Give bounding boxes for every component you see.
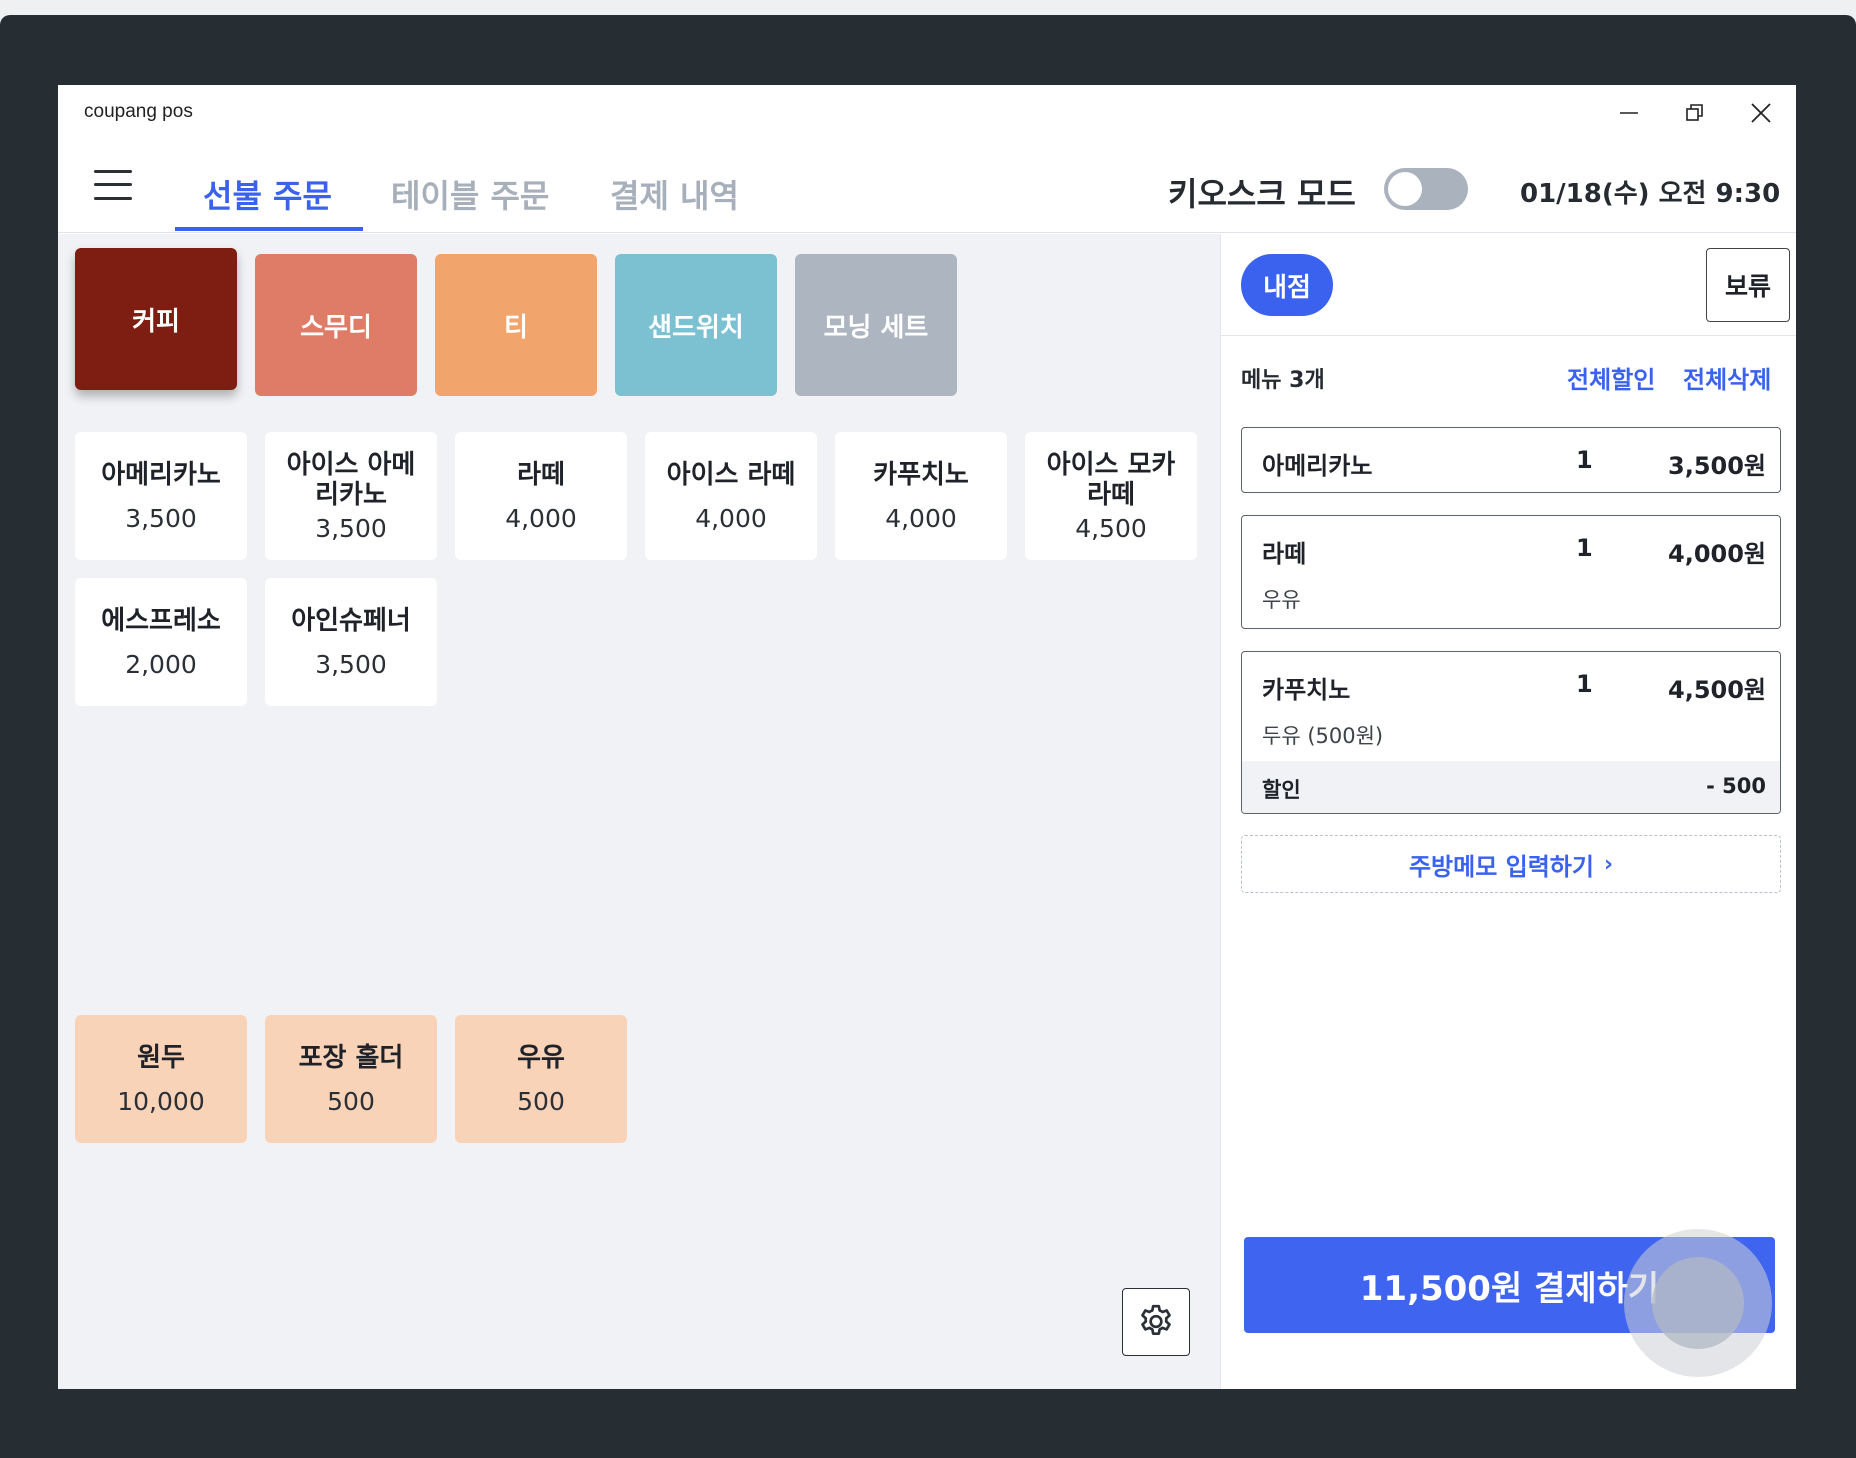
menu-item[interactable]: 카푸치노 4,000 [835, 432, 1007, 560]
menu-item-price: 4,500 [1075, 513, 1147, 543]
menu-item[interactable]: 아인슈페너 3,500 [265, 578, 437, 706]
menu-item-price: 4,000 [695, 503, 767, 533]
close-icon [1751, 103, 1771, 123]
menu-item-name: 라떼 [517, 459, 565, 490]
window-title: coupang pos [84, 101, 193, 122]
option-item-name: 우유 [517, 1042, 565, 1073]
settings-button[interactable] [1122, 1288, 1190, 1356]
order-panel: 내점 보류 메뉴 3개 전체할인 전체삭제 아메리카노 1 3,500원 라떼 … [1220, 234, 1796, 1389]
order-item-discount-row: 할인 - 500 [1242, 761, 1780, 813]
menu-item-price: 3,500 [315, 513, 387, 543]
title-bar: coupang pos [58, 85, 1796, 141]
restore-button[interactable] [1668, 93, 1722, 133]
menu-item-name: 아이스 모카 라떼 [1046, 449, 1176, 510]
order-item-qty: 1 [1576, 670, 1593, 698]
option-item-price: 500 [327, 1086, 375, 1116]
order-item-price: 4,500원 [1668, 676, 1766, 704]
tab-payment-history[interactable]: 결제 내역 [610, 171, 739, 217]
dine-in-button[interactable]: 내점 [1241, 254, 1333, 316]
tab-prepaid-order[interactable]: 선불 주문 [203, 171, 332, 217]
gear-icon [1141, 1304, 1171, 1335]
order-line[interactable]: 라떼 1 4,000원 우유 [1241, 515, 1781, 629]
menu-item-price: 3,500 [125, 503, 197, 533]
order-item-name: 카푸치노 [1262, 676, 1351, 704]
pos-window: coupang pos 선불 주문 테이블 주문 결제 내역 키오스크 모드 0… [58, 85, 1796, 1389]
kitchen-memo-label: 주방메모 입력하기 [1408, 852, 1594, 881]
option-item-price: 10,000 [117, 1086, 205, 1116]
order-item-option: 우유 [1262, 588, 1301, 612]
order-item-price: 3,500원 [1668, 452, 1766, 480]
menu-panel: 커피 스무디 티 샌드위치 모닝 세트 아메리카노 3,500 아이스 아메리카… [58, 234, 1220, 1389]
option-item-name: 포장 홀더 [298, 1042, 404, 1073]
order-item-name: 라떼 [1262, 540, 1307, 568]
menu-item[interactable]: 에스프레소 2,000 [75, 578, 247, 706]
chevron-right-icon: › [1603, 851, 1614, 877]
menu-item-price: 3,500 [315, 649, 387, 679]
divider [1221, 335, 1796, 336]
kiosk-mode-label: 키오스크 모드 [1168, 175, 1356, 213]
tab-table-order[interactable]: 테이블 주문 [391, 171, 549, 217]
order-line[interactable]: 아메리카노 1 3,500원 [1241, 427, 1781, 493]
order-item-option: 두유 (500원) [1262, 724, 1384, 748]
minimize-icon [1620, 112, 1638, 114]
touch-indicator-dot [1652, 1257, 1744, 1349]
option-item[interactable]: 원두 10,000 [75, 1015, 247, 1143]
category-smoothie[interactable]: 스무디 [255, 254, 417, 396]
option-item-name: 원두 [137, 1042, 185, 1073]
hold-button[interactable]: 보류 [1706, 248, 1790, 322]
menu-item-name: 아이스 라떼 [666, 459, 796, 490]
category-coffee[interactable]: 커피 [75, 248, 237, 390]
hamburger-menu-icon[interactable] [94, 167, 134, 203]
menu-count: 메뉴 3개 [1241, 368, 1325, 393]
menu-item[interactable]: 아이스 아메리카노 3,500 [265, 432, 437, 560]
order-item-qty: 1 [1576, 534, 1593, 562]
category-sandwich[interactable]: 샌드위치 [615, 254, 777, 396]
category-morning-set[interactable]: 모닝 세트 [795, 254, 957, 396]
menu-item[interactable]: 아이스 라떼 4,000 [645, 432, 817, 560]
option-item[interactable]: 포장 홀더 500 [265, 1015, 437, 1143]
menu-item-name: 에스프레소 [101, 605, 221, 636]
restore-icon [1686, 104, 1703, 121]
active-tab-indicator [175, 227, 363, 231]
discount-label: 할인 [1262, 778, 1301, 802]
menu-item-price: 4,000 [885, 503, 957, 533]
discount-all-link[interactable]: 전체할인 [1567, 360, 1655, 395]
option-item-price: 500 [517, 1086, 565, 1116]
discount-value: - 500 [1706, 774, 1766, 798]
order-item-name: 아메리카노 [1262, 452, 1373, 480]
order-line[interactable]: 카푸치노 1 4,500원 두유 (500원) 할인 - 500 [1241, 651, 1781, 814]
menu-item[interactable]: 라떼 4,000 [455, 432, 627, 560]
category-tea[interactable]: 티 [435, 254, 597, 396]
menu-item-name: 아인슈페너 [291, 605, 411, 636]
menu-item-name: 카푸치노 [873, 459, 969, 490]
option-item[interactable]: 우유 500 [455, 1015, 627, 1143]
minimize-button[interactable] [1602, 93, 1656, 133]
order-item-qty: 1 [1576, 446, 1593, 474]
toggle-knob [1388, 172, 1422, 206]
date-time: 01/18(수) 오전 9:30 [1520, 179, 1781, 209]
menu-item-name: 아이스 아메리카노 [286, 449, 416, 510]
order-item-price: 4,000원 [1668, 540, 1766, 568]
delete-all-link[interactable]: 전체삭제 [1683, 360, 1771, 395]
menu-item[interactable]: 아메리카노 3,500 [75, 432, 247, 560]
app-header: 선불 주문 테이블 주문 결제 내역 키오스크 모드 01/18(수) 오전 9… [58, 141, 1796, 233]
menu-item[interactable]: 아이스 모카 라떼 4,500 [1025, 432, 1197, 560]
kiosk-mode-toggle[interactable] [1384, 168, 1468, 210]
menu-item-name: 아메리카노 [101, 459, 221, 490]
menu-item-price: 4,000 [505, 503, 577, 533]
menu-item-price: 2,000 [125, 649, 197, 679]
close-button[interactable] [1734, 93, 1788, 133]
kitchen-memo-button[interactable]: 주방메모 입력하기 › [1241, 835, 1781, 893]
